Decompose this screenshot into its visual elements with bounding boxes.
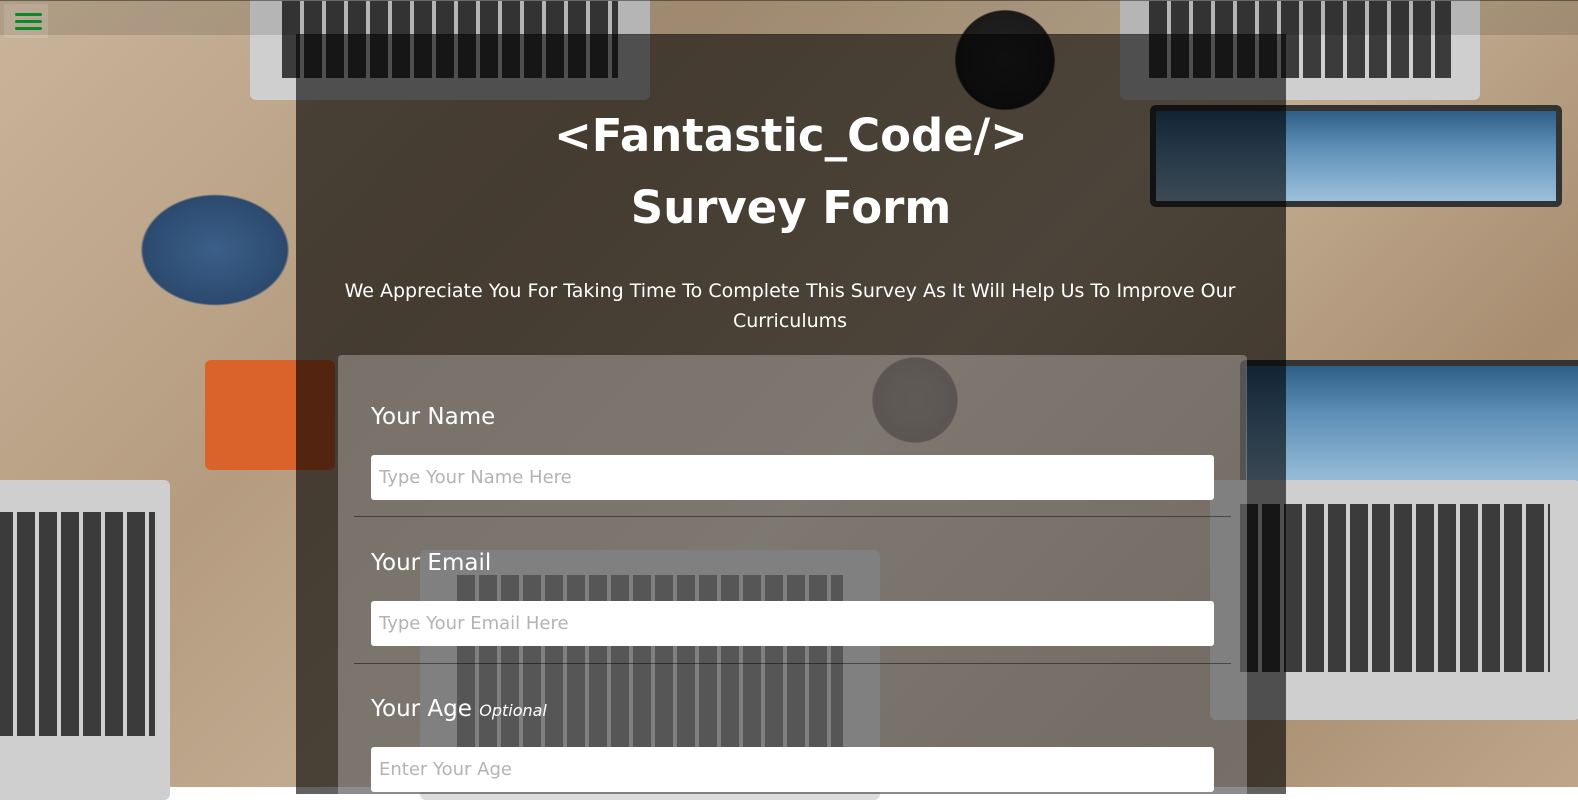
background-screen-right [1240, 360, 1578, 492]
email-label-text: Your Email [371, 550, 492, 576]
email-label: Your Email [371, 550, 491, 576]
age-label: Your Age Optional [371, 696, 547, 722]
title-form-name: Survey Form [630, 181, 952, 234]
background-laptop-bottom-left [0, 480, 170, 800]
field-divider [354, 663, 1231, 664]
name-label-text: Your Name [371, 404, 496, 430]
hamburger-menu-icon[interactable] [4, 4, 48, 38]
survey-description: We Appreciate You For Taking Time To Com… [344, 280, 1236, 332]
age-input[interactable] [371, 747, 1214, 792]
field-divider [354, 516, 1231, 517]
email-input[interactable] [371, 601, 1214, 646]
age-optional-tag: Optional [479, 701, 547, 720]
title-brand: <Fantastic_Code/> [554, 109, 1028, 162]
page-title: <Fantastic_Code/> Survey Form [296, 100, 1286, 244]
age-label-text: Your Age [371, 696, 472, 722]
name-input[interactable] [371, 455, 1214, 500]
name-label: Your Name [371, 404, 495, 430]
top-bar [0, 0, 1578, 35]
